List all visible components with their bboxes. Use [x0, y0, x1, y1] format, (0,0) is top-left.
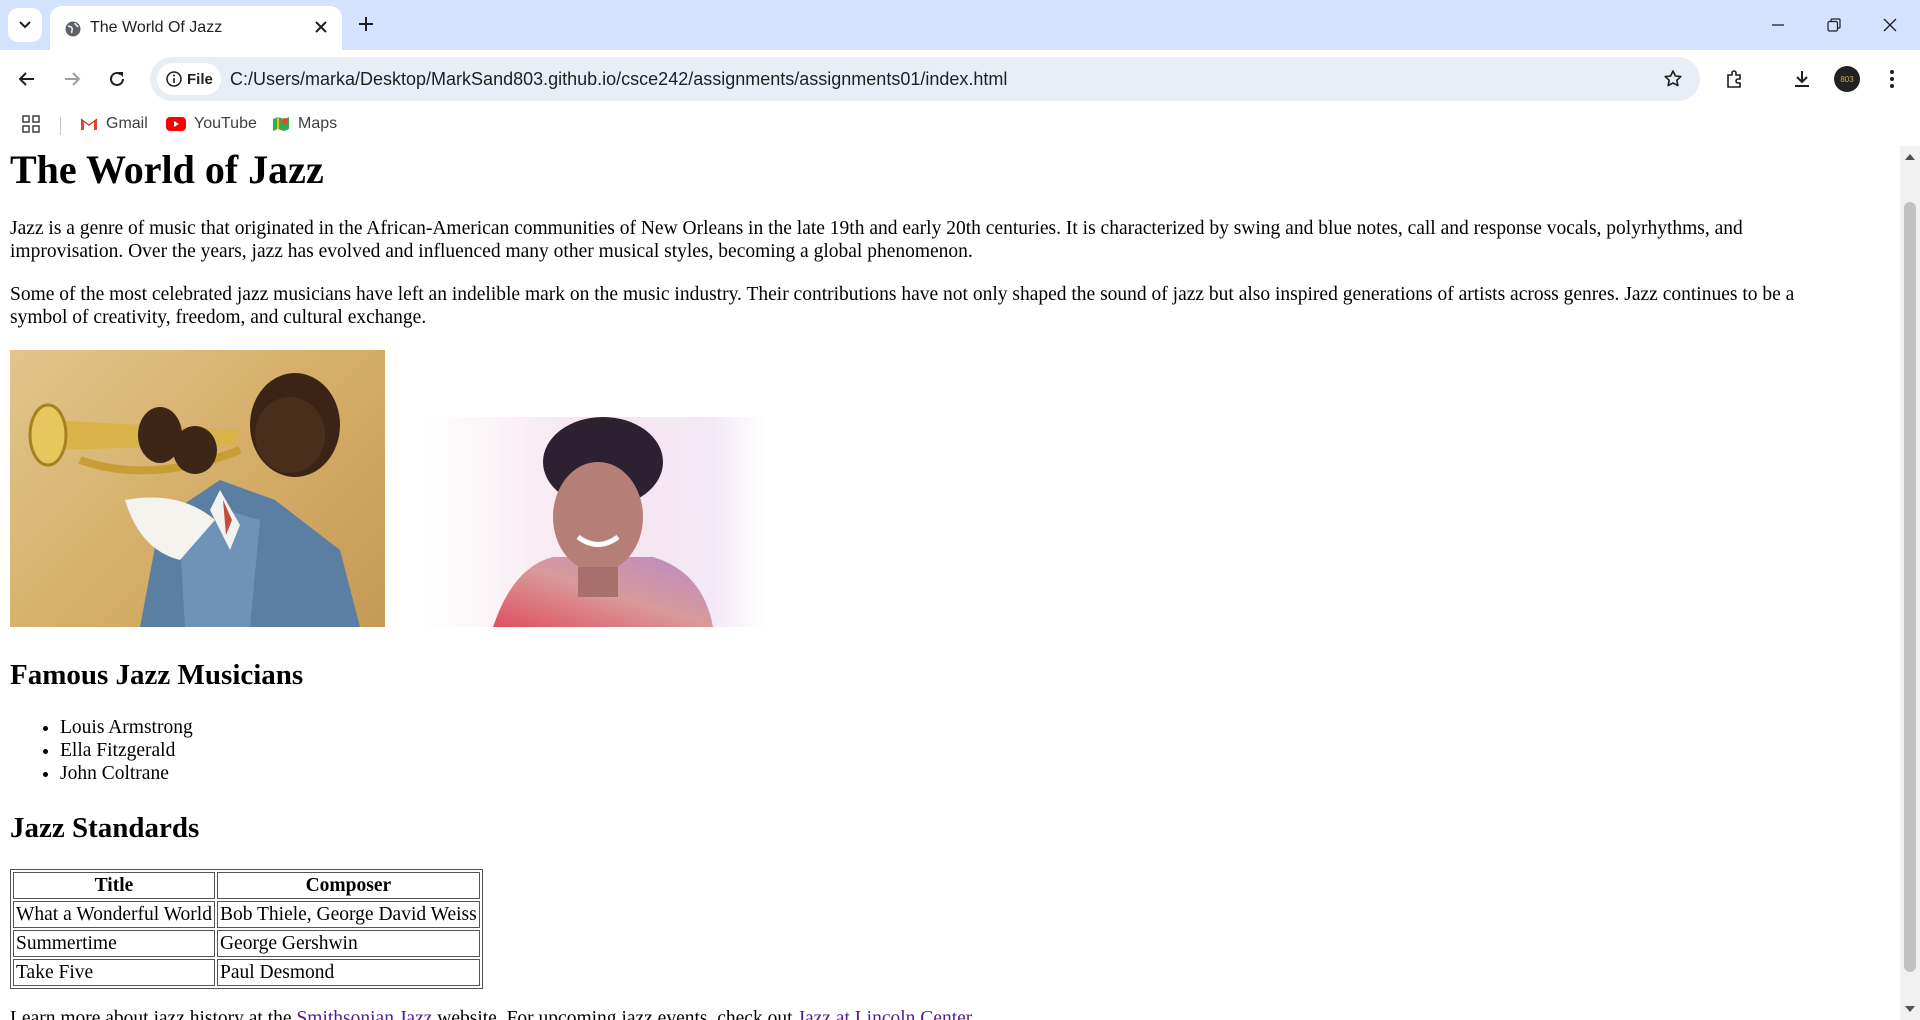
bookmark-label: Maps	[298, 115, 338, 132]
apps-grid-icon	[22, 115, 40, 133]
musicians-list: Louis Armstrong Ella Fitzgerald John Col…	[10, 716, 193, 785]
close-window-button[interactable]	[1862, 0, 1918, 50]
back-arrow-icon	[18, 72, 34, 86]
table-cell: What a Wonderful World	[13, 901, 215, 928]
restore-icon	[1827, 18, 1841, 32]
table-cell: Paul Desmond	[216, 959, 480, 986]
reload-icon	[110, 71, 124, 86]
table-row: What a Wonderful World Bob Thiele, Georg…	[13, 901, 480, 928]
tab-search-button[interactable]	[8, 8, 42, 42]
footer-text: website. For upcoming jazz events, check…	[432, 1008, 798, 1020]
extensions-button[interactable]	[1718, 62, 1752, 96]
forward-button[interactable]	[55, 62, 89, 96]
forward-arrow-icon	[65, 72, 81, 86]
list-item: Louis Armstrong	[60, 716, 193, 739]
youtube-icon	[166, 117, 186, 131]
bookmark-youtube[interactable]: YouTube	[166, 115, 257, 133]
list-item: Ella Fitzgerald	[60, 739, 193, 762]
bookmarks-divider	[60, 117, 61, 135]
new-tab-button[interactable]	[353, 11, 379, 37]
minimize-button[interactable]	[1750, 0, 1806, 50]
globe-icon	[65, 21, 81, 37]
standards-heading: Jazz Standards	[10, 812, 200, 844]
bookmark-star-button[interactable]	[1660, 66, 1686, 92]
table-cell: George Gershwin	[216, 930, 480, 957]
site-info-label: File	[187, 70, 213, 88]
chevron-down-icon	[19, 21, 31, 29]
back-button[interactable]	[10, 62, 44, 96]
site-info-chip[interactable]: File	[157, 63, 221, 95]
tab-strip: The World Of Jazz	[0, 0, 1920, 50]
table-row: Take Five Paul Desmond	[13, 959, 480, 986]
table-cell: Bob Thiele, George David Weiss	[216, 901, 480, 928]
table-row: Summertime George Gershwin	[13, 930, 480, 957]
scrollbar-thumb[interactable]	[1904, 202, 1916, 972]
smithsonian-link[interactable]: Smithsonian Jazz	[296, 1008, 432, 1020]
url-text[interactable]: C:/Users/marka/Desktop/MarkSand803.githu…	[230, 69, 1007, 90]
list-item: John Coltrane	[60, 762, 193, 785]
table-header-row: Title Composer	[13, 872, 480, 899]
plus-icon	[359, 17, 373, 31]
tab-title: The World Of Jazz	[90, 19, 223, 36]
puzzle-icon	[1727, 70, 1741, 88]
menu-button[interactable]	[1875, 62, 1909, 96]
scroll-up-arrow-icon[interactable]	[1900, 150, 1920, 164]
browser-toolbar: File C:/Users/marka/Desktop/MarkSand803.…	[0, 50, 1920, 108]
louis-armstrong-image	[10, 350, 385, 627]
avatar: 803	[1834, 66, 1860, 92]
star-icon	[1664, 70, 1682, 87]
lincoln-center-link[interactable]: Jazz at Lincoln Center	[797, 1008, 971, 1020]
table-cell: Take Five	[13, 959, 215, 986]
table-cell: Summertime	[13, 930, 215, 957]
ella-fitzgerald-image	[423, 417, 765, 627]
close-icon	[1883, 18, 1897, 32]
footer-paragraph: Learn more about jazz history at the Smi…	[10, 1008, 976, 1020]
column-header: Title	[13, 872, 215, 899]
footer-text: Learn more about jazz history at the	[10, 1008, 297, 1020]
minimize-icon	[1772, 24, 1784, 26]
reload-button[interactable]	[100, 62, 134, 96]
bookmarks-bar: Gmail YouTube Maps	[0, 108, 1920, 142]
scroll-down-arrow-icon[interactable]	[1900, 1002, 1920, 1016]
bookmark-maps[interactable]: Maps	[272, 115, 337, 133]
restore-button[interactable]	[1806, 0, 1862, 50]
second-paragraph: Some of the most celebrated jazz musicia…	[10, 284, 1795, 328]
vertical-scrollbar[interactable]	[1900, 146, 1920, 1020]
maps-icon	[273, 117, 289, 131]
profile-button[interactable]: 803	[1830, 62, 1864, 96]
page-viewport: The World of Jazz Jazz is a genre of mus…	[0, 146, 1900, 1020]
apps-button[interactable]	[22, 115, 48, 133]
bookmark-label: YouTube	[194, 115, 257, 132]
page-title: The World of Jazz	[10, 147, 324, 192]
standards-table: Title Composer What a Wonderful World Bo…	[10, 869, 483, 989]
footer-text: .	[971, 1008, 977, 1020]
info-icon	[166, 71, 182, 87]
gmail-icon	[80, 118, 98, 130]
address-bar[interactable]: File C:/Users/marka/Desktop/MarkSand803.…	[150, 57, 1700, 101]
bookmark-gmail[interactable]: Gmail	[80, 115, 148, 133]
tab-active[interactable]: The World Of Jazz	[50, 6, 342, 50]
close-tab-icon[interactable]	[310, 16, 332, 38]
downloads-button[interactable]	[1785, 62, 1819, 96]
musicians-heading: Famous Jazz Musicians	[10, 659, 304, 691]
intro-paragraph: Jazz is a genre of music that originated…	[10, 218, 1743, 262]
bookmark-label: Gmail	[106, 115, 148, 132]
more-vert-icon	[1890, 70, 1894, 88]
column-header: Composer	[216, 872, 480, 899]
download-icon	[1795, 71, 1809, 87]
